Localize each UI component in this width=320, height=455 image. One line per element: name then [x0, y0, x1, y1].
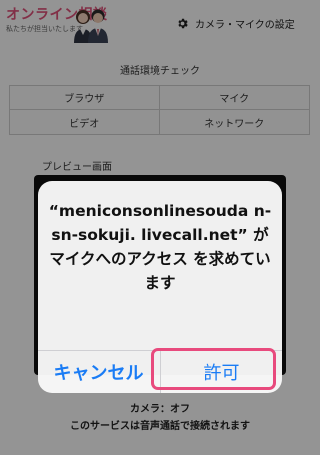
cancel-button[interactable]: キャンセル [38, 351, 159, 393]
alert-message: “meniconsonlinesouda n-sn-sokuji. liveca… [46, 199, 274, 295]
allow-highlight-box [151, 348, 276, 390]
alert-message-text: “meniconsonlinesouda n-sn-sokuji. liveca… [48, 202, 272, 292]
